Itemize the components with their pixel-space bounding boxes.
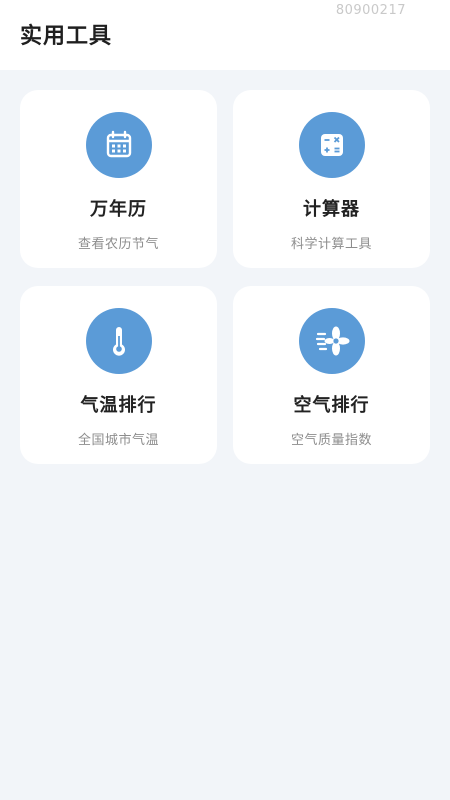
fan-icon	[315, 326, 349, 356]
thermometer-icon	[112, 327, 125, 356]
page-title: 实用工具	[20, 24, 113, 49]
icon-badge	[298, 308, 365, 374]
tool-card-temperature-ranking[interactable]: 气温排行 全国城市气温	[20, 286, 217, 464]
tool-title: 计算器	[303, 199, 360, 220]
tools-grid: 万年历 查看农历节气 计算器 科学计算工具 气温排行 全国城市气温 空气排行 空…	[20, 90, 430, 464]
tool-subtitle: 空气质量指数	[290, 433, 372, 448]
tool-card-calendar[interactable]: 万年历 查看农历节气	[20, 90, 217, 268]
calculator-icon	[320, 134, 343, 156]
tool-title: 空气排行	[293, 395, 370, 416]
tool-card-air-ranking[interactable]: 空气排行 空气质量指数	[233, 286, 430, 464]
tool-subtitle: 查看农历节气	[77, 237, 159, 252]
tool-title: 气温排行	[80, 395, 157, 416]
top-bar: 实用工具 80900217	[0, 0, 450, 70]
tool-card-calculator[interactable]: 计算器 科学计算工具	[233, 90, 430, 268]
tool-title: 万年历	[90, 199, 147, 220]
tool-subtitle: 全国城市气温	[77, 433, 159, 448]
app-screen: 实用工具 80900217 万年历 查看农历节气 计算器 科学计算工具 气温排行…	[0, 0, 450, 800]
tool-subtitle: 科学计算工具	[290, 237, 372, 252]
icon-badge	[298, 112, 365, 178]
icon-badge	[85, 308, 152, 374]
watermark-id: 80900217	[335, 3, 406, 18]
icon-badge	[85, 112, 152, 178]
calendar-icon	[106, 130, 131, 158]
